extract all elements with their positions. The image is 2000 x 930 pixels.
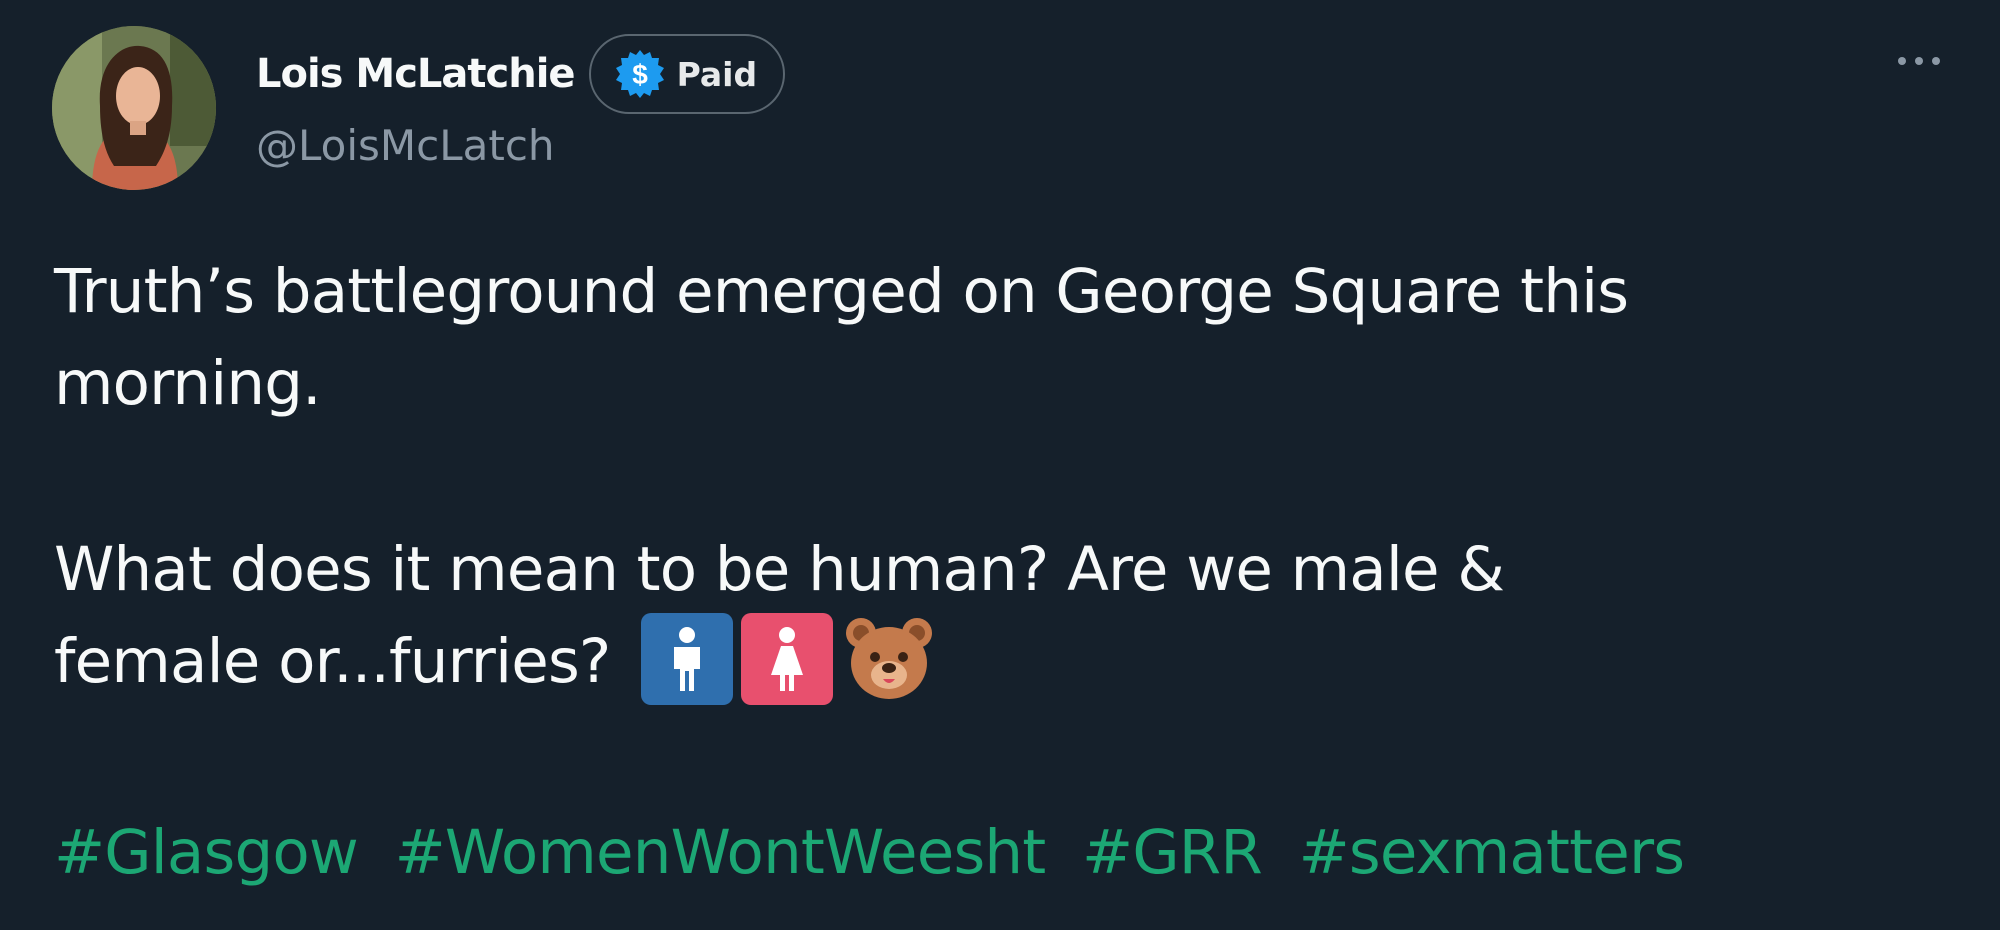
avatar[interactable]	[52, 26, 216, 190]
womens-room-icon	[741, 613, 834, 706]
svg-text:$: $	[632, 59, 648, 90]
tweet-text-line-4-text: female or...furries?	[54, 626, 611, 697]
avatar-photo	[52, 26, 216, 190]
tweet-card: Lois McLatchie $ Paid @LoisMcLatch Truth…	[0, 0, 2000, 930]
tweet-text-line-4: female or...furries?	[54, 613, 1974, 711]
tweet-text-line-2: morning.	[54, 348, 322, 419]
paid-badge[interactable]: $ Paid	[588, 34, 786, 114]
tweet-text-line-1: Truth’s battleground emerged on George S…	[54, 256, 1629, 327]
paid-label: Paid	[676, 54, 758, 94]
hashtag-row: #Glasgow #WomenWontWeesht #GRR #sexmatte…	[54, 808, 1685, 898]
dollar-badge-icon: $	[615, 50, 664, 98]
author-name-row: Lois McLatchie $ Paid	[256, 32, 786, 116]
display-name[interactable]: Lois McLatchie	[256, 51, 576, 97]
hashtag-glasgow[interactable]: #Glasgow	[54, 817, 359, 888]
handle[interactable]: @LoisMcLatch	[256, 121, 555, 170]
hashtag-grr[interactable]: #GRR	[1082, 817, 1263, 888]
mens-room-icon	[641, 613, 734, 706]
emoji-row	[641, 613, 945, 706]
hashtag-womenwontweesht[interactable]: #WomenWontWeesht	[395, 817, 1047, 888]
more-horizontal-icon[interactable]	[1898, 50, 1952, 72]
hashtag-sexmatters[interactable]: #sexmatters	[1299, 817, 1685, 888]
bear-face-icon	[846, 618, 933, 700]
tweet-text-line-3: What does it mean to be human? Are we ma…	[54, 534, 1505, 605]
